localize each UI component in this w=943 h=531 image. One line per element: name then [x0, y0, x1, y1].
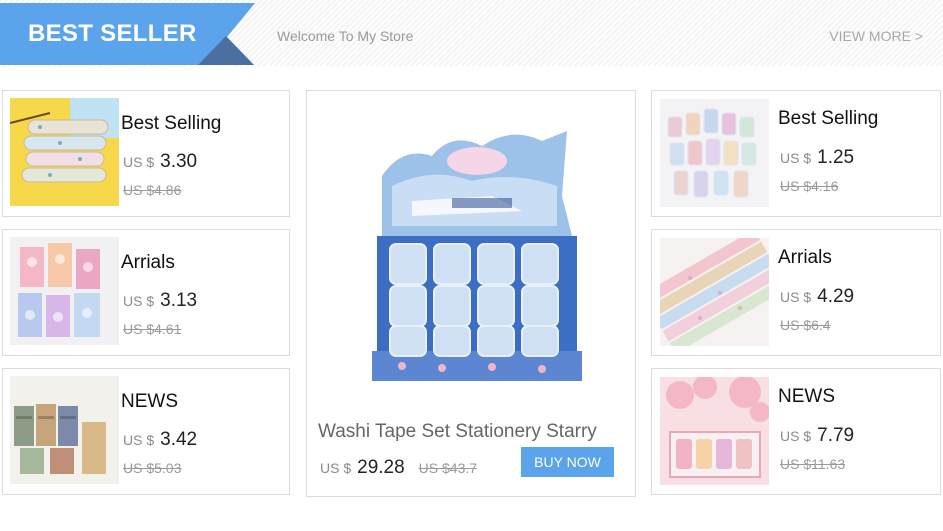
product-card-best-selling-left[interactable]: Best Selling US $ 3.30 US $4.86	[2, 90, 290, 217]
original-price: US $4.61	[123, 321, 182, 337]
product-name[interactable]: Arrials	[778, 247, 832, 269]
original-price: US $43.7	[418, 460, 478, 476]
currency-label: US $	[123, 154, 155, 170]
product-name[interactable]: Best Selling	[121, 113, 221, 135]
price-row: US $ 3.30	[123, 151, 197, 173]
welcome-text: Welcome To My Store	[277, 28, 414, 44]
original-price: US $5.03	[123, 460, 182, 476]
current-price: 3.30	[160, 151, 198, 172]
product-image[interactable]	[660, 99, 769, 207]
original-price: US $6.4	[780, 317, 831, 333]
product-card-arrials-left[interactable]: Arrials US $ 3.13 US $4.61	[2, 229, 290, 356]
current-price: 3.13	[160, 290, 198, 311]
product-image[interactable]	[660, 377, 769, 485]
product-card-arrials-right[interactable]: Arrials US $ 4.29 US $6.4	[651, 229, 941, 356]
currency-label: US $	[780, 150, 812, 166]
featured-price-row: US $ 29.28 US $43.7	[320, 457, 477, 479]
currency-label: US $	[123, 432, 155, 448]
current-price: 4.29	[817, 286, 855, 307]
product-card-news-right[interactable]: NEWS US $ 7.79 US $11.63	[651, 368, 941, 495]
price-row: US $ 3.42	[123, 429, 197, 451]
featured-product-image[interactable]	[372, 126, 582, 381]
banner-title: BEST SELLER	[28, 20, 197, 47]
product-image[interactable]	[10, 376, 119, 484]
original-price: US $4.86	[123, 182, 182, 198]
product-name[interactable]: NEWS	[121, 391, 178, 413]
current-price: 3.42	[160, 429, 198, 450]
product-image[interactable]	[10, 237, 119, 345]
currency-label: US $	[780, 289, 812, 305]
original-price: US $11.63	[780, 456, 846, 472]
product-image[interactable]	[660, 238, 769, 346]
currency-label: US $	[320, 460, 352, 476]
product-image[interactable]	[10, 98, 119, 206]
price-row: US $ 3.13	[123, 290, 197, 312]
best-seller-banner: BEST SELLER Welcome To My Store VIEW MOR…	[0, 0, 943, 66]
product-name[interactable]: NEWS	[778, 386, 835, 408]
product-name[interactable]: Arrials	[121, 252, 175, 274]
product-name[interactable]: Best Selling	[778, 108, 878, 130]
currency-label: US $	[123, 293, 155, 309]
buy-now-button[interactable]: BUY NOW	[521, 447, 614, 477]
current-price: 29.28	[357, 457, 405, 478]
original-price: US $4.16	[780, 178, 839, 194]
price-row: US $ 4.29	[780, 286, 854, 308]
featured-product-title[interactable]: Washi Tape Set Stationery Starry	[318, 421, 597, 443]
current-price: 1.25	[817, 147, 855, 168]
product-card-news-left[interactable]: NEWS US $ 3.42 US $5.03	[2, 368, 290, 495]
currency-label: US $	[780, 428, 812, 444]
product-card-best-selling-right[interactable]: Best Selling US $ 1.25 US $4.16	[651, 90, 941, 217]
price-row: US $ 1.25	[780, 147, 854, 169]
current-price: 7.79	[817, 425, 855, 446]
view-more-link[interactable]: VIEW MORE >	[829, 28, 923, 44]
featured-product-card[interactable]: Washi Tape Set Stationery Starry US $ 29.…	[306, 90, 636, 497]
price-row: US $ 7.79	[780, 425, 854, 447]
